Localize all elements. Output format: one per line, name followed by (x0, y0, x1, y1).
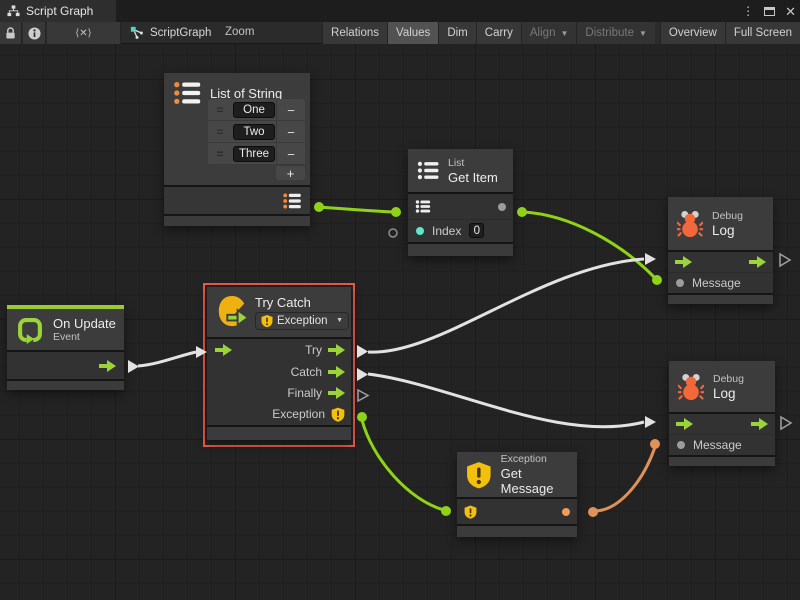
flow-input-port[interactable] (215, 344, 232, 356)
message-label: Message (692, 276, 741, 290)
list-item-row: = One − (208, 99, 305, 121)
bug-icon (677, 209, 703, 239)
remove-item-button[interactable]: − (276, 143, 305, 165)
list-item-input[interactable]: Two (233, 124, 275, 140)
tab-script-graph[interactable]: Script Graph (0, 0, 116, 22)
exception-type-dropdown[interactable]: Exception ▼ (255, 312, 349, 330)
node-try-catch[interactable]: Try Catch Exception ▼ (207, 287, 351, 440)
list-icon (417, 161, 439, 180)
script-graph-window: Script Graph ⋮ ✕ ⟨✕⟩ (0, 0, 800, 600)
node-category: Debug (712, 210, 743, 223)
node-category: Exception (501, 453, 577, 466)
flow-input-port[interactable] (675, 256, 692, 268)
message-input-port[interactable] (677, 441, 685, 449)
message-input-port[interactable] (676, 279, 684, 287)
node-get-message[interactable]: Exception Get Message (457, 452, 577, 537)
on-update-loop-icon (16, 316, 44, 344)
finally-port-label: Finally (287, 386, 322, 400)
node-title: Log (712, 223, 743, 238)
dim-button[interactable]: Dim (438, 22, 475, 44)
chevron-down-icon: ▼ (560, 29, 568, 38)
title-bar: Script Graph ⋮ ✕ (0, 0, 800, 22)
lock-button[interactable] (0, 22, 22, 44)
chevron-down-icon: ▼ (336, 317, 343, 324)
info-icon (28, 27, 41, 40)
list-item-row: = Three − (208, 143, 305, 165)
finally-flow-output-port[interactable] (328, 387, 345, 399)
script-graph-icon (130, 26, 144, 40)
node-category: Event (53, 331, 116, 344)
node-debug-log-top[interactable]: Debug Log Message (668, 197, 773, 304)
window-menu-icon[interactable]: ⋮ (742, 4, 754, 18)
node-title: Get Item (448, 170, 498, 185)
node-debug-log-bottom[interactable]: Debug Log Message (669, 361, 775, 466)
list-output-port[interactable] (282, 193, 302, 209)
warning-shield-icon (261, 314, 273, 328)
node-get-item[interactable]: List Get Item Index 0 (408, 149, 513, 256)
index-value-input[interactable]: 0 (469, 223, 484, 238)
list-item-input[interactable]: Three (233, 146, 275, 162)
tab-title: Script Graph (26, 4, 93, 18)
node-title: On Update (53, 316, 116, 331)
node-list-of-string[interactable]: List of String = One − = Two − = Three − (164, 73, 310, 226)
full-screen-button[interactable]: Full Screen (725, 22, 800, 44)
flow-input-port[interactable] (676, 418, 693, 430)
maximize-icon[interactable] (764, 7, 775, 16)
try-port-label: Try (305, 343, 322, 357)
string-list-editor: = One − = Two − = Three − + (208, 99, 305, 165)
flow-output-port[interactable] (749, 256, 766, 268)
exception-input-port[interactable] (464, 505, 477, 519)
catch-port-label: Catch (291, 365, 322, 379)
graph-hierarchy-icon (7, 5, 20, 17)
message-label: Message (693, 438, 742, 452)
node-title: Log (713, 386, 744, 401)
message-output-port[interactable] (562, 508, 570, 516)
distribute-dropdown[interactable]: Distribute ▼ (576, 22, 655, 44)
remove-item-button[interactable]: − (276, 99, 305, 121)
code-view-button[interactable]: ⟨✕⟩ (47, 22, 121, 44)
try-catch-icon (216, 295, 248, 329)
chevron-down-icon: ▼ (639, 29, 647, 38)
overview-button[interactable]: Overview (660, 22, 725, 44)
graph-toolbar: ⟨✕⟩ ScriptGraph Zoom 1x Relations Values… (0, 22, 800, 44)
exception-port-label: Exception (272, 407, 325, 421)
code-view-icon: ⟨✕⟩ (75, 28, 91, 39)
lock-icon (5, 27, 16, 40)
carry-button[interactable]: Carry (476, 22, 521, 44)
info-button[interactable] (23, 22, 46, 44)
close-icon[interactable]: ✕ (785, 5, 796, 18)
bug-icon (678, 372, 704, 402)
node-category: Debug (713, 373, 744, 386)
node-on-update[interactable]: On Update Event (7, 305, 124, 390)
add-item-button[interactable]: + (276, 165, 305, 180)
values-button[interactable]: Values (387, 22, 438, 44)
try-flow-output-port[interactable] (328, 344, 345, 356)
dropdown-value: Exception (277, 315, 328, 327)
list-input-port[interactable] (415, 200, 431, 213)
index-label: Index (432, 224, 461, 238)
breadcrumb-label: ScriptGraph (150, 27, 211, 39)
remove-item-button[interactable]: − (276, 121, 305, 143)
node-title: Get Message (501, 466, 577, 496)
exception-output-port[interactable] (331, 407, 345, 422)
warning-shield-icon (466, 460, 492, 490)
node-title: Try Catch (255, 295, 349, 310)
list-icon (173, 81, 201, 105)
catch-flow-output-port[interactable] (328, 366, 345, 378)
drag-handle[interactable]: = (208, 103, 232, 117)
list-item-input[interactable]: One (233, 102, 275, 118)
relations-button[interactable]: Relations (322, 22, 387, 44)
list-item-row: = Two − (208, 121, 305, 143)
align-dropdown[interactable]: Align ▼ (521, 22, 577, 44)
index-input-port[interactable] (416, 227, 424, 235)
zoom-label: Zoom (225, 26, 254, 38)
node-category: List (448, 157, 498, 170)
drag-handle[interactable]: = (208, 147, 232, 161)
breadcrumb[interactable]: ScriptGraph (130, 22, 211, 44)
flow-output-port[interactable] (751, 418, 768, 430)
drag-handle[interactable]: = (208, 125, 232, 139)
flow-output-port[interactable] (99, 360, 116, 372)
item-output-port[interactable] (498, 203, 506, 211)
